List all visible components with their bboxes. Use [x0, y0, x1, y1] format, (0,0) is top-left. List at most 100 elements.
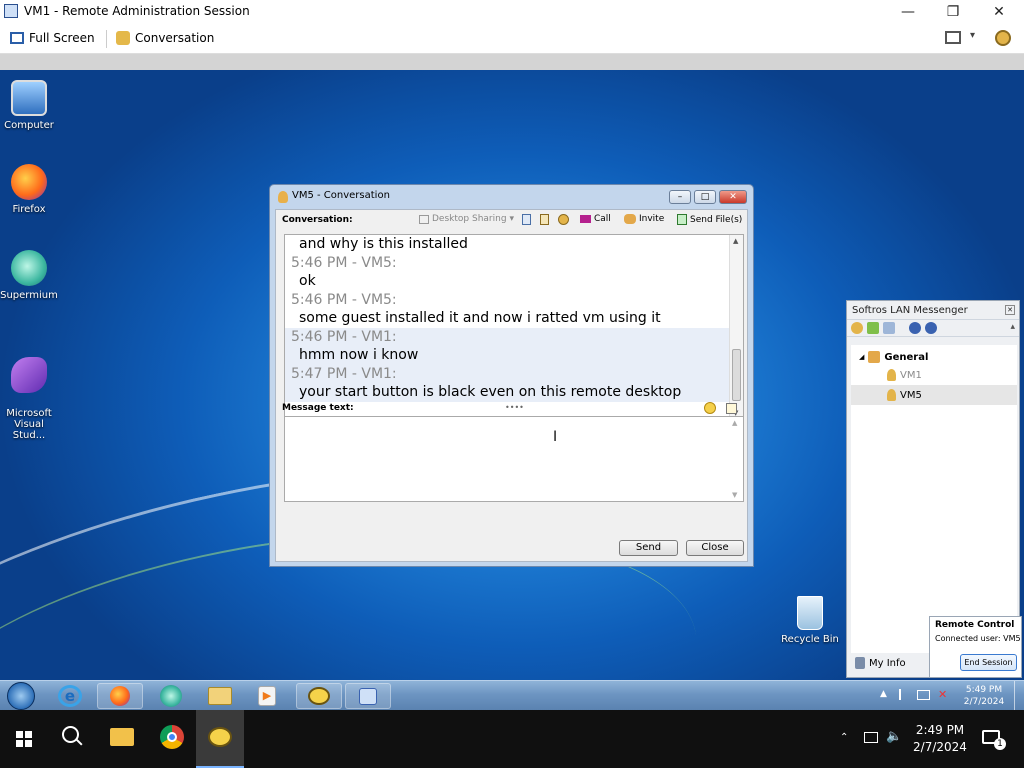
show-desktop-button[interactable]: [1014, 681, 1024, 711]
file-explorer-icon[interactable]: [110, 728, 134, 746]
desktop-sharing-label: Desktop Sharing: [432, 214, 507, 224]
internet-explorer-icon[interactable]: e: [58, 685, 82, 707]
conv-minimize-button[interactable]: –: [669, 190, 691, 204]
tray-overflow-icon[interactable]: ▲: [880, 689, 887, 699]
info-icon[interactable]: [925, 322, 937, 334]
conversation-log[interactable]: and why is this installed 5:46 PM - VM5:…: [284, 234, 744, 420]
host-taskbar: ⌃ 🔈 2:49 PM 2/7/2024 1: [0, 710, 1024, 768]
firefox-icon: [110, 686, 130, 706]
add-group-icon[interactable]: [867, 322, 879, 334]
user-item-vm5[interactable]: VM5: [851, 385, 1017, 405]
volume-muted-icon[interactable]: ✕: [938, 688, 947, 701]
desktop-icon-firefox[interactable]: Firefox: [0, 164, 61, 215]
chevron-up-icon[interactable]: ⌃: [840, 732, 848, 743]
network-icon[interactable]: [864, 732, 878, 743]
notes-icon[interactable]: [540, 214, 549, 225]
firefox-icon: [11, 164, 47, 200]
my-info-button[interactable]: My Info: [855, 657, 906, 669]
scroll-up-icon[interactable]: ▲: [733, 237, 738, 245]
call-label: Call: [594, 214, 611, 224]
chevron-up-icon[interactable]: ▴: [1010, 322, 1015, 334]
remote-taskbar: e ▶ ▲ ✕ 5:49 PM 2/7/2024: [0, 680, 1024, 711]
conv-close-button[interactable]: ✕: [719, 190, 747, 204]
conversation-body: Conversation: Desktop Sharing ▾ Call Invi…: [275, 209, 748, 562]
settings-icon[interactable]: [851, 322, 863, 334]
group-label: General: [884, 351, 929, 363]
user-label: VM1: [900, 369, 922, 381]
message-input[interactable]: ▲ ▼ I: [284, 416, 744, 502]
volume-muted-icon[interactable]: 🔈: [886, 729, 902, 744]
scroll-thumb[interactable]: [732, 349, 741, 401]
help-icon[interactable]: [909, 322, 921, 334]
settings-gear-icon[interactable]: [995, 30, 1011, 46]
end-session-button[interactable]: End Session: [960, 654, 1017, 671]
media-player-icon[interactable]: ▶: [258, 686, 276, 706]
conversation-scrollbar[interactable]: ▲ ▼: [729, 235, 743, 419]
messenger-icon: [208, 727, 232, 747]
emoticon-icon[interactable]: [704, 402, 716, 414]
log-line: hmm now i know: [285, 346, 743, 365]
conv-maximize-button[interactable]: □: [694, 190, 716, 204]
log-line: 5:46 PM - VM5:: [291, 291, 397, 308]
messenger-title: Softros LAN Messenger: [852, 305, 968, 316]
remote-date: 2/7/2024: [963, 697, 1005, 707]
invite-button[interactable]: Invite: [624, 214, 664, 224]
fullscreen-icon: [10, 32, 24, 44]
remote-time: 5:49 PM: [965, 685, 1003, 695]
display-icon[interactable]: [945, 31, 961, 44]
minimize-button[interactable]: —: [893, 2, 923, 22]
group-general[interactable]: ◢ General: [859, 351, 928, 363]
fullscreen-button[interactable]: Full Screen: [10, 31, 95, 45]
supermium-icon[interactable]: [160, 685, 182, 707]
invite-label: Invite: [639, 214, 665, 224]
windows-start-icon[interactable]: [16, 731, 32, 747]
call-button[interactable]: Call: [580, 214, 611, 224]
remote-control-panel: Remote Control Connected user: VM5 End S…: [929, 616, 1022, 678]
recycle-bin-icon: [797, 596, 823, 630]
messenger-close-icon[interactable]: ✕: [1005, 305, 1015, 315]
taskbar-messenger[interactable]: [296, 683, 342, 709]
desktop-icon-supermium[interactable]: Supermium: [0, 250, 61, 301]
message-text-label: Message text:: [282, 403, 354, 413]
restore-button[interactable]: ❐: [938, 2, 968, 22]
history-icon[interactable]: [522, 214, 531, 225]
chrome-icon[interactable]: [160, 725, 184, 749]
format-icon[interactable]: [726, 403, 737, 414]
log-line: 5:47 PM - VM1:: [285, 364, 743, 383]
message-scrollbar[interactable]: ▲ ▼: [729, 417, 743, 501]
host-clock[interactable]: 2:49 PM 2/7/2024: [908, 722, 972, 756]
taskbar-remote-control[interactable]: [345, 683, 391, 709]
desktop-icon-label: Firefox: [12, 204, 46, 215]
send-button[interactable]: Send: [619, 540, 678, 556]
desktop-icon-label: Computer: [4, 120, 54, 131]
scroll-down-icon[interactable]: ▼: [732, 491, 737, 499]
splitter-grip[interactable]: ••••: [505, 403, 524, 412]
start-button[interactable]: [7, 682, 35, 710]
remote-control-title: Remote Control: [935, 620, 1015, 630]
chevron-down-icon[interactable]: ▾: [970, 30, 975, 41]
remote-clock[interactable]: 5:49 PM 2/7/2024: [962, 684, 1006, 708]
fullscreen-label: Full Screen: [29, 31, 95, 45]
user-item-vm1[interactable]: VM1: [887, 369, 922, 381]
conversation-title: VM5 - Conversation: [292, 190, 390, 201]
send-files-button[interactable]: Send File(s): [677, 214, 742, 225]
scroll-up-icon[interactable]: ▲: [732, 419, 737, 427]
conversation-titlebar: VM5 - Conversation – □ ✕: [270, 185, 753, 209]
action-center-flag-icon[interactable]: [899, 689, 910, 700]
network-icon[interactable]: [917, 690, 930, 700]
host-date: 2/7/2024: [913, 740, 967, 754]
explorer-folder-icon[interactable]: [208, 687, 232, 705]
history-icon[interactable]: [883, 322, 895, 334]
close-conversation-button[interactable]: Close: [686, 540, 744, 556]
taskbar-remote-session[interactable]: [196, 710, 244, 768]
settings-icon[interactable]: [558, 214, 569, 225]
taskbar-firefox[interactable]: [97, 683, 143, 709]
close-button[interactable]: ✕: [984, 2, 1014, 22]
desktop-icon-recycle-bin[interactable]: Recycle Bin: [778, 596, 842, 645]
desktop-icon-computer[interactable]: Computer: [0, 80, 61, 131]
desktop-icon-visual-studio[interactable]: Microsoft Visual Stud...: [0, 346, 61, 441]
desktop-sharing-button[interactable]: Desktop Sharing ▾: [419, 214, 514, 224]
conversation-button[interactable]: Conversation: [116, 31, 214, 45]
send-file-icon: [677, 214, 687, 225]
log-line: 5:46 PM - VM1:: [285, 327, 743, 346]
